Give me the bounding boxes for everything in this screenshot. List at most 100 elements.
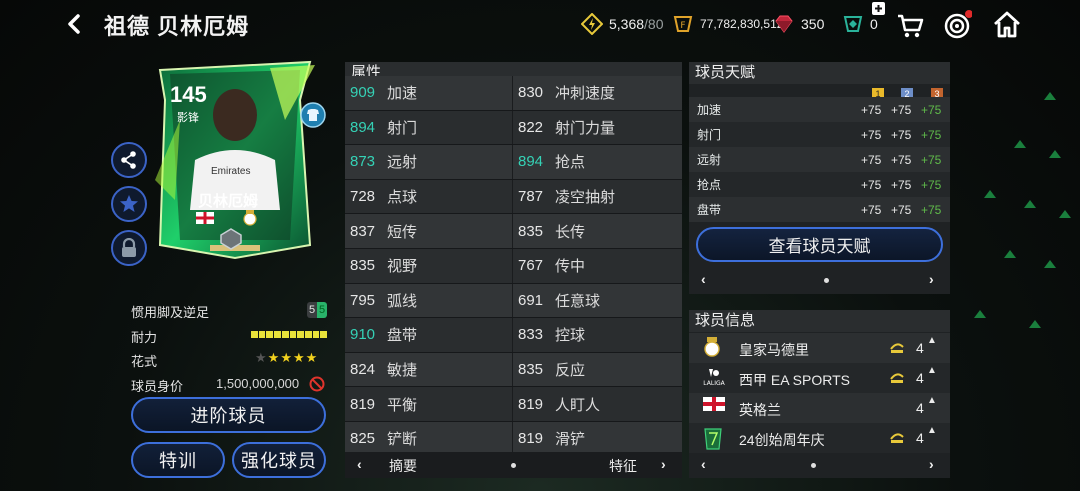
gem-icon: [843, 16, 863, 32]
coin-counter[interactable]: F 77,782,830,512: [672, 13, 783, 35]
stamina-label: 耐力: [131, 330, 158, 345]
attribute-row: 824 敏捷 835 反应: [345, 352, 682, 388]
page-title: 祖德 贝林厄姆: [104, 14, 250, 39]
attribute-name: 加速: [387, 85, 418, 103]
gem-value: 0: [870, 16, 878, 32]
attribute-name: 敏捷: [387, 362, 418, 380]
back-arrow-icon[interactable]: [60, 10, 88, 38]
prev-chevron-icon[interactable]: ‹: [701, 456, 706, 472]
attribute-row: 819 平衡 819 人盯人: [345, 387, 682, 422]
energy-icon: [581, 13, 603, 35]
prev-chevron-icon[interactable]: ‹: [357, 456, 362, 472]
share-button[interactable]: [111, 142, 147, 178]
special-training-button[interactable]: 特训: [131, 442, 225, 478]
attribute-cell: 894 抢点: [513, 145, 681, 179]
target-icon[interactable]: [942, 10, 972, 40]
enhance-player-button[interactable]: 强化球员: [232, 442, 326, 478]
player-info-label: 皇家马德里: [739, 342, 809, 358]
ruby-icon: [775, 15, 793, 33]
next-chevron-icon[interactable]: ›: [661, 456, 666, 472]
stamina-bar: [251, 331, 328, 338]
attribute-name: 点球: [387, 189, 418, 207]
chemistry-count: 4: [916, 340, 924, 356]
ruby-counter[interactable]: 350: [773, 13, 824, 35]
player-info-row[interactable]: 皇家马德里 4 ▲: [689, 333, 950, 363]
attribute-name: 长传: [555, 223, 586, 241]
chemistry-count: 4: [916, 400, 924, 416]
next-chevron-icon[interactable]: ›: [929, 271, 934, 287]
talent-bonus-value: +75: [921, 127, 942, 142]
talent-name: 加速: [697, 103, 722, 117]
attribute-value: 910: [350, 326, 376, 344]
star-filled-icon: ★: [280, 350, 293, 365]
no-trade-icon: [309, 376, 325, 392]
attributes-footer: ‹ 摘要 特征 ›: [345, 452, 682, 478]
talent-bonus-value: +75: [891, 202, 912, 217]
attribute-cell: 822 射门力量: [513, 111, 681, 145]
attribute-cell: 835 反应: [513, 353, 681, 387]
upgrade-player-button[interactable]: 进阶球员: [131, 397, 326, 433]
svg-text:LALIGA: LALIGA: [703, 380, 725, 387]
attribute-value: 833: [518, 326, 544, 344]
attribute-row: 873 远射 894 抢点: [345, 145, 682, 180]
kit-icon[interactable]: [300, 102, 326, 128]
star-filled-icon: ★: [292, 350, 306, 365]
attribute-cell: 910 盘带: [345, 318, 513, 352]
view-talent-button[interactable]: 查看球员天赋: [696, 227, 943, 262]
attribute-name: 传中: [555, 258, 586, 276]
talent-row: 射门 +75 +75 +75: [689, 122, 950, 147]
attribute-name: 控球: [555, 327, 586, 345]
player-card[interactable]: 145 影锋 Emirates 贝林厄姆: [150, 60, 326, 260]
attribute-name: 远射: [387, 154, 418, 172]
traits-tab[interactable]: 特征: [609, 456, 637, 476]
england-flag-icon: [703, 397, 725, 414]
player-info-label: 24创始周年庆: [739, 432, 825, 448]
background-arrow-pattern: [974, 92, 1071, 328]
star-filled-icon: ★: [267, 350, 281, 365]
lock-icon: [122, 238, 136, 257]
coin-value: 77,782,830,512: [700, 17, 784, 31]
real-madrid-crest-icon: [703, 337, 721, 360]
talent-row: 盘带 +75 +75 +75: [689, 197, 950, 222]
add-icon[interactable]: [872, 2, 885, 15]
talent-panel: 球员天赋 1 2 3 加速 +75 +75 +75 射门 +75 +75 +75 远射 +75 +7…: [689, 62, 950, 294]
attribute-value: 894: [518, 153, 544, 171]
attribute-cell: 819 平衡: [345, 387, 513, 421]
favorite-button[interactable]: [111, 186, 147, 222]
foot-left-value: 5: [307, 302, 317, 318]
gem-counter[interactable]: 0: [842, 13, 878, 35]
attribute-name: 弧线: [387, 292, 418, 310]
attribute-value: 873: [350, 153, 376, 171]
talent-title: 球员天赋: [689, 62, 950, 84]
player-info-title: 球员信息: [689, 310, 950, 332]
coin-icon: F: [673, 16, 693, 32]
player-info-row[interactable]: 24创始周年庆 4 ▲: [689, 423, 950, 453]
next-chevron-icon[interactable]: ›: [929, 456, 934, 472]
energy-counter[interactable]: 5,368 /80: [581, 13, 664, 35]
attribute-value: 837: [350, 222, 376, 240]
chemistry-boost-icon: [889, 429, 905, 448]
talent-bonus-value: +75: [921, 202, 942, 217]
lock-button[interactable]: [111, 230, 147, 266]
attribute-name: 射门力量: [555, 119, 616, 137]
player-info-row[interactable]: 英格兰 4 ▲: [689, 393, 950, 423]
player-info-row[interactable]: LALIGA 西甲 EA SPORTS 4 ▲: [689, 363, 950, 393]
shop-cart-icon[interactable]: [895, 10, 925, 40]
attribute-cell: 787 凌空抽射: [513, 180, 681, 214]
card-player-name: 贝林厄姆: [198, 193, 259, 210]
prev-chevron-icon[interactable]: ‹: [701, 271, 706, 287]
attribute-cell: 837 短传: [345, 214, 513, 248]
energy-max: /80: [644, 16, 664, 32]
player-info-label: 西甲 EA SPORTS: [739, 372, 850, 388]
ruby-value: 350: [801, 16, 825, 32]
player-info-label: 英格兰: [739, 402, 781, 418]
summary-tab[interactable]: 摘要: [389, 456, 417, 476]
preferred-foot-label: 惯用脚及逆足: [131, 305, 210, 320]
home-icon[interactable]: [992, 10, 1022, 40]
chemistry-up-icon: ▲: [927, 395, 937, 406]
skill-stars: ★★★★★: [255, 350, 318, 366]
player-info-list: 皇家马德里 4 ▲ LALIGA 西甲 EA SPORTS 4 ▲ 英格兰 4 ▲ 24创始周年庆 4…: [689, 333, 950, 453]
attribute-value: 795: [350, 291, 376, 309]
attribute-row: 894 射门 822 射门力量: [345, 110, 682, 146]
attribute-row: 909 加速 830 冲刺速度: [345, 76, 682, 111]
